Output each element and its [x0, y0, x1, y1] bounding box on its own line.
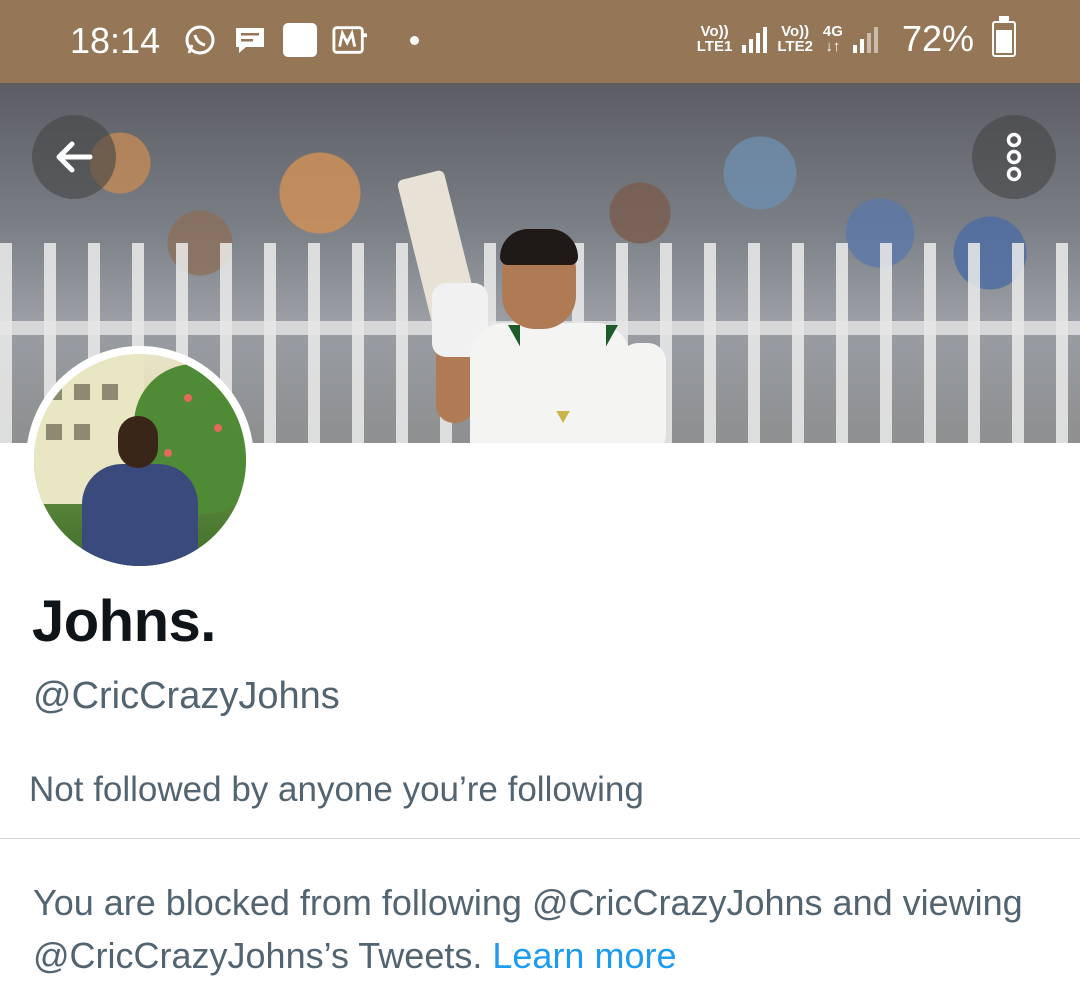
data-arrows-icon: ↓↑ — [825, 38, 841, 55]
avatar-person-head — [118, 416, 158, 468]
message-icon — [232, 22, 268, 58]
avatar-flower — [164, 449, 172, 457]
battery-percent: 72% — [901, 18, 974, 59]
app-square-icon — [282, 22, 318, 58]
learn-more-link[interactable]: Learn more — [492, 935, 676, 976]
status-right: Vo)) LTE1 Vo)) LTE2 4G ↓↑ 72% — [697, 16, 1016, 60]
player-hair — [500, 229, 578, 265]
more-vertical-icon — [1006, 132, 1022, 182]
mi-icon — [332, 22, 368, 58]
avatar-window — [46, 384, 62, 400]
battery-icon — [992, 16, 1016, 57]
avatar-photo — [34, 354, 246, 566]
avatar-window — [74, 384, 90, 400]
avatar-flower — [214, 424, 222, 432]
profile-avatar[interactable] — [26, 346, 254, 574]
sim2-lte: LTE2 — [777, 38, 813, 55]
sim2-volte: Vo)) — [781, 23, 810, 40]
avatar-window — [74, 424, 90, 440]
avatar-person-body — [82, 464, 198, 566]
avatar-flower — [184, 394, 192, 402]
arrow-left-icon — [56, 141, 93, 173]
whatsapp-icon — [182, 22, 218, 58]
status-bar: 18:14 Vo)) LTE1 Vo)) LTE2 4G ↓↑ 72% — [0, 0, 1080, 83]
back-button[interactable] — [32, 115, 116, 199]
sim2-signal-icon — [852, 25, 878, 53]
avatar-window — [46, 424, 62, 440]
divider — [0, 838, 1080, 839]
display-name: Johns. — [32, 589, 216, 654]
notification-dot — [410, 35, 419, 45]
sim1-lte: LTE1 — [696, 38, 733, 55]
more-options-button[interactable] — [972, 115, 1056, 199]
network-type: 4G ↓↑ — [823, 24, 843, 54]
followed-by-text: Not followed by anyone you’re following — [29, 770, 644, 809]
avatar-window — [102, 384, 118, 400]
blocked-notice: You are blocked from following @CricCraz… — [33, 876, 1053, 982]
notification-icons — [182, 22, 419, 58]
status-time: 18:14 — [70, 20, 161, 61]
sim1-label: Vo)) LTE1 — [697, 24, 733, 54]
network-type-label: 4G — [822, 23, 843, 40]
sim1-signal-icon — [742, 25, 768, 53]
sim2-label: Vo)) LTE2 — [777, 24, 813, 54]
sim1-volte: Vo)) — [700, 23, 729, 40]
profile-handle: @CricCrazyJohns — [33, 675, 340, 717]
